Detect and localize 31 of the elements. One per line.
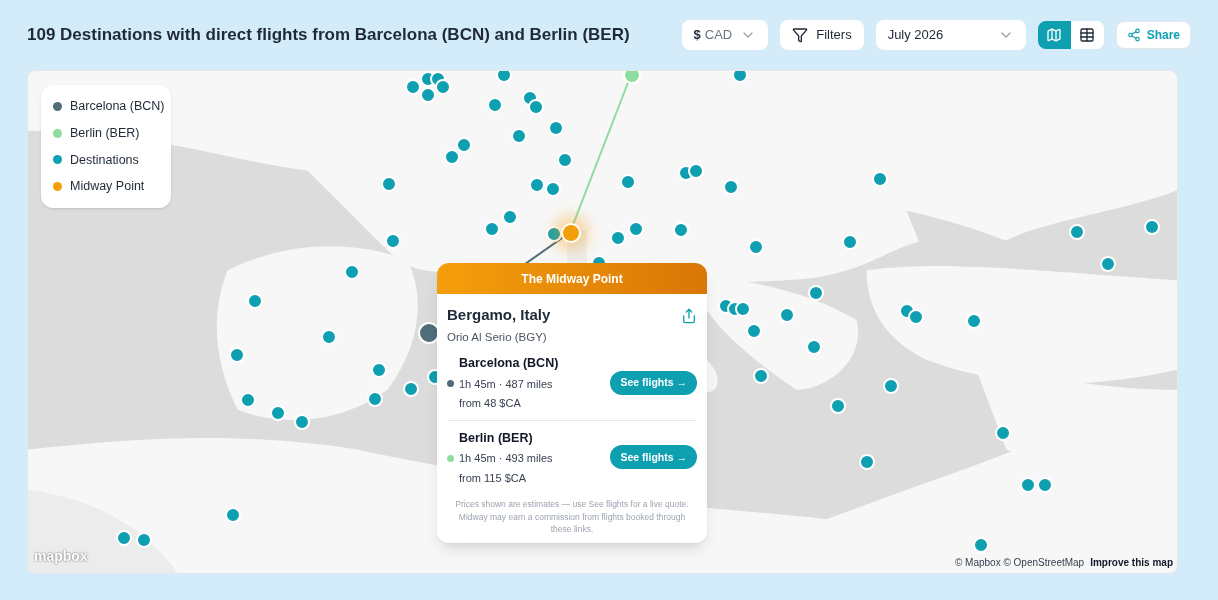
improve-map-link[interactable]: Improve this map (1090, 555, 1173, 570)
filter-icon (792, 27, 809, 43)
currency-symbol: $ (693, 26, 701, 45)
trip-info: 1h 45m · 487 miles (459, 376, 553, 392)
legend-label: Midway Point (70, 178, 145, 196)
price-text: from 48 $CA (459, 396, 522, 411)
table-icon (1079, 27, 1096, 43)
currency-code: CAD (704, 26, 733, 45)
price-text: from 115 $CA (459, 470, 528, 486)
page-title: 109 Destinations with direct flights from Barcelona (BCN) and Berlin (BER) (27, 24, 631, 47)
map-credits: © Mapbox © OpenStreetMap (954, 556, 1085, 570)
destination-pin[interactable] (496, 71, 512, 83)
destination-pin[interactable] (732, 71, 748, 83)
origin-name: Berlin (BER) (459, 429, 534, 447)
legend-label: Destinations (70, 151, 139, 169)
legend-label: Barcelona (BCN) (70, 98, 165, 115)
currency-dropdown[interactable]: $ CAD (681, 20, 769, 50)
filters-button[interactable]: Filters (780, 20, 864, 50)
trip-info: 1h 45m · 493 miles (459, 451, 553, 467)
origin-name: Barcelona (BCN) (459, 354, 559, 372)
share-icon[interactable] (681, 308, 697, 324)
share-icon (1126, 28, 1141, 42)
map-icon (1046, 27, 1063, 43)
disclaimer-text: Prices shown are estimates — use See flights for a live quote. Midway may earn a commission from flights booked through these links. (454, 498, 690, 536)
month-dropdown[interactable]: July 2026 (875, 20, 1026, 50)
place-name: Bergamo, Italy (447, 305, 551, 325)
airport-name: Orio Al Serio (BGY) (447, 329, 548, 345)
legend-label: Berlin (BER) (70, 124, 140, 142)
mapbox-logo[interactable]: mapbox (34, 546, 88, 567)
popup-header: The Midway Point (437, 263, 707, 294)
destination-pin[interactable] (735, 301, 751, 317)
